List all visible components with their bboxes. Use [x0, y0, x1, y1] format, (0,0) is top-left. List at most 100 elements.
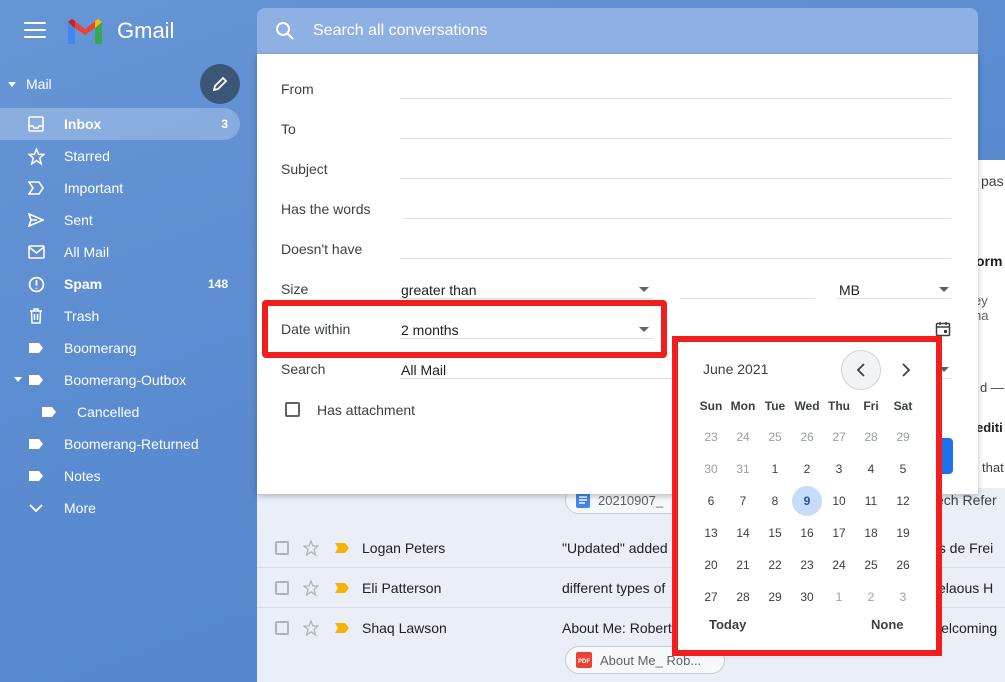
search-in-select[interactable]: All Mail: [401, 362, 446, 378]
date-within-highlight: [262, 300, 667, 358]
sidebar-item-label: Boomerang-Outbox: [64, 372, 187, 388]
sidebar-item-label: Sent: [64, 212, 93, 228]
unread-count: 3: [221, 117, 228, 131]
sidebar-item-label: Cancelled: [77, 404, 140, 420]
pane-text: orm: [976, 253, 1003, 269]
size-operator-underline: [400, 298, 653, 299]
star-icon[interactable]: [303, 579, 319, 596]
star-icon[interactable]: [303, 539, 319, 556]
svg-text:PDF: PDF: [578, 659, 590, 665]
pencil-icon: [212, 76, 228, 92]
search-input[interactable]: Search all conversations: [313, 22, 487, 40]
sidebar-nav: Inbox 3 Starred Important Sent All Mail …: [0, 108, 240, 524]
search-icon[interactable]: [275, 21, 295, 41]
spam-icon: [27, 275, 45, 293]
sidebar-item-label: Notes: [64, 468, 101, 484]
sidebar-item-label: Starred: [64, 148, 110, 164]
attachment-name: 20210907_: [598, 492, 664, 508]
send-icon: [27, 211, 45, 229]
sidebar-item-notes[interactable]: Notes: [0, 460, 240, 492]
sidebar-item-label: Boomerang-Returned: [64, 436, 199, 452]
search-bar[interactable]: Search all conversations: [257, 8, 978, 54]
email-sender: Shaq Lawson: [362, 620, 447, 636]
sidebar-item-label: Boomerang: [64, 340, 137, 356]
email-subject: "Updated" added: [562, 539, 668, 556]
pane-text: editi: [976, 420, 1003, 435]
sidebar-item-more[interactable]: More: [0, 492, 240, 524]
row-checkbox[interactable]: [275, 580, 289, 595]
from-input[interactable]: [400, 98, 951, 99]
sidebar-item-label: All Mail: [64, 244, 110, 260]
has-words-input[interactable]: [404, 218, 951, 219]
has-attachment-label: Has attachment: [317, 402, 416, 418]
pane-text: that: [982, 460, 1004, 475]
caret-down-icon[interactable]: [939, 287, 949, 292]
size-unit-select[interactable]: MB: [839, 282, 860, 298]
pane-text: d —: [980, 380, 1004, 395]
to-input[interactable]: [400, 138, 951, 139]
pane-text: ey ha: [974, 293, 989, 323]
has-attachment-checkbox[interactable]: [285, 402, 300, 417]
pane-text: pas: [981, 173, 1004, 189]
row-checkbox[interactable]: [275, 540, 289, 555]
inbox-icon: [27, 115, 45, 133]
compose-button[interactable]: [200, 64, 240, 104]
caret-down-icon[interactable]: [639, 287, 649, 292]
star-icon[interactable]: [303, 620, 319, 636]
doesnt-have-input[interactable]: [400, 258, 951, 259]
trash-icon: [27, 307, 45, 325]
sidebar-item-cancelled[interactable]: Cancelled: [0, 396, 240, 428]
label-icon: [27, 435, 45, 453]
sidebar-item-boomerang-outbox[interactable]: Boomerang-Outbox: [0, 364, 240, 396]
sidebar-item-all-mail[interactable]: All Mail: [0, 236, 240, 268]
has-words-label: Has the words: [281, 201, 371, 217]
chevron-down-icon: [27, 499, 45, 517]
to-label: To: [281, 121, 296, 137]
main-menu-icon[interactable]: [24, 22, 46, 40]
email-subject: About Me: Robert: [562, 620, 672, 636]
size-operator-select[interactable]: greater than: [401, 282, 477, 298]
email-sender: Logan Peters: [362, 539, 446, 556]
sidebar-item-trash[interactable]: Trash: [0, 300, 240, 332]
row-checkbox[interactable]: [275, 621, 289, 635]
size-value-input[interactable]: [680, 298, 815, 299]
gmail-logo-icon: [68, 19, 102, 44]
mail-icon: [27, 243, 45, 261]
star-icon: [27, 147, 45, 165]
sidebar-item-label: Inbox: [64, 116, 102, 132]
label-icon: [27, 371, 45, 389]
email-subject: different types of: [562, 579, 666, 596]
from-label: From: [281, 81, 314, 97]
important-marker-icon[interactable]: [335, 582, 349, 593]
spam-count: 148: [207, 277, 228, 291]
subject-label: Subject: [281, 161, 328, 177]
subject-input[interactable]: [400, 178, 951, 179]
brand-name: Gmail: [117, 18, 175, 43]
calendar-icon[interactable]: [935, 321, 951, 337]
label-icon: [27, 339, 45, 357]
pdf-icon: PDF: [576, 652, 592, 668]
doesnt-have-label: Doesn't have: [281, 241, 363, 257]
sidebar-item-boomerang-returned[interactable]: Boomerang-Returned: [0, 428, 240, 460]
label-icon: [27, 467, 45, 485]
mail-section-toggle[interactable]: Mail: [8, 76, 52, 92]
expand-triangle-icon[interactable]: [14, 377, 22, 382]
sidebar-item-boomerang[interactable]: Boomerang: [0, 332, 240, 364]
mail-section-label: Mail: [26, 76, 52, 92]
important-icon: [27, 179, 45, 197]
sidebar-item-label: Spam: [64, 276, 103, 292]
important-marker-icon[interactable]: [335, 623, 349, 633]
label-icon: [40, 403, 58, 421]
sidebar-item-inbox[interactable]: Inbox 3: [0, 108, 240, 140]
sidebar-item-label: Important: [64, 180, 124, 196]
sidebar-item-starred[interactable]: Starred: [0, 140, 240, 172]
sidebar-item-spam[interactable]: Spam 148: [0, 268, 240, 300]
sidebar-item-label: Trash: [64, 308, 100, 324]
calendar-highlight: [672, 336, 942, 656]
sidebar-item-sent[interactable]: Sent: [0, 204, 240, 236]
important-marker-icon[interactable]: [335, 542, 349, 553]
sidebar-item-label: More: [64, 500, 96, 516]
triangle-down-icon: [8, 81, 16, 87]
sidebar-item-important[interactable]: Important: [0, 172, 240, 204]
size-unit-underline: [837, 298, 951, 299]
